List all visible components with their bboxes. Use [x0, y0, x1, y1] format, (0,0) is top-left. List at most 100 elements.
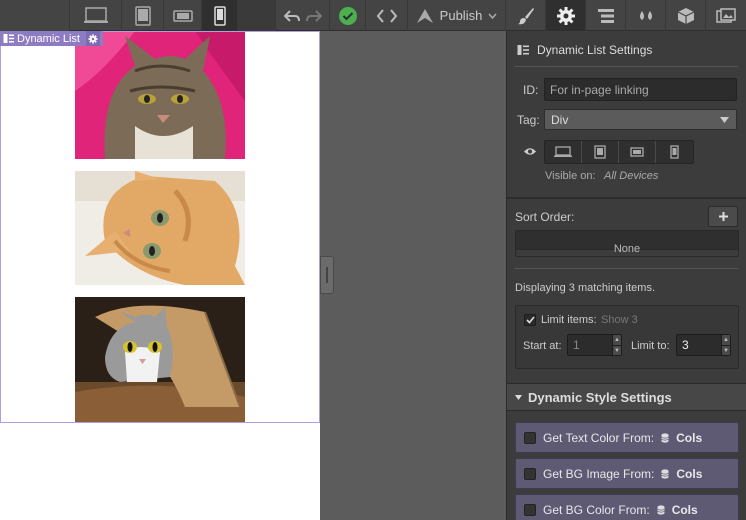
divider [515, 66, 738, 67]
toolbar-spacer [0, 0, 70, 31]
device-visibility-toggle [544, 140, 694, 164]
visible-phone-portrait-button[interactable] [656, 141, 693, 163]
get-text-color-label: Get Text Color From: [543, 430, 655, 445]
sort-order-box[interactable]: None [515, 230, 739, 257]
tag-select-value: Div [551, 112, 569, 127]
tablet-icon [594, 145, 606, 159]
tablet-icon [134, 5, 151, 26]
style-panel-tab[interactable] [506, 0, 546, 31]
symbols-panel-tab[interactable] [666, 0, 706, 31]
visible-on-value: All Devices [604, 170, 659, 182]
dynamic-style-settings-title: Dynamic Style Settings [528, 389, 672, 405]
get-text-color-checkbox[interactable] [524, 431, 536, 444]
limit-items-label: Limit items: [541, 314, 597, 326]
start-at-stepper[interactable]: ▲ ▼ [612, 335, 621, 355]
visible-phone-landscape-button[interactable] [619, 141, 656, 163]
visible-tablet-button[interactable] [582, 141, 619, 163]
phone-landscape-view-button[interactable] [164, 0, 202, 31]
check-circle-icon [338, 6, 357, 25]
get-bg-image-row[interactable]: Get BG Image From: Cols [515, 458, 739, 489]
limit-to-stepper[interactable]: ▲ ▼ [721, 335, 730, 355]
desktop-icon [554, 146, 572, 157]
limit-items-checkbox[interactable] [524, 314, 536, 326]
phone-portrait-icon [213, 5, 226, 26]
visible-on-label: Visible on: [545, 170, 596, 182]
phone-landscape-icon [172, 9, 193, 22]
settings-panel-tab[interactable] [546, 0, 586, 31]
chevron-down-icon [720, 117, 729, 123]
start-at-label: Start at: [523, 340, 562, 352]
divider [515, 268, 738, 269]
tag-label: Tag: [517, 113, 540, 127]
caret-down-icon [515, 394, 522, 400]
code-brackets-icon [376, 8, 397, 23]
canvas-background [320, 31, 506, 520]
publish-icon [416, 8, 433, 23]
database-icon [657, 504, 665, 515]
dynamic-list-outline [0, 31, 320, 423]
brush-icon [517, 7, 534, 24]
get-text-color-source: Cols [676, 430, 703, 445]
list-lines-icon [597, 8, 614, 23]
database-icon [661, 432, 669, 443]
canvas-resize-handle[interactable] [320, 256, 334, 294]
dynamic-list-element-tag[interactable]: Dynamic List [0, 31, 103, 46]
limit-to-label: Limit to: [631, 340, 670, 352]
publish-label: Publish [439, 8, 483, 23]
cube-icon [677, 7, 694, 24]
dynamic-list-icon [517, 45, 529, 55]
get-bg-color-checkbox[interactable] [524, 503, 536, 516]
navigator-panel-tab[interactable] [586, 0, 626, 31]
gear-icon [556, 6, 575, 25]
phone-portrait-view-button[interactable] [202, 0, 238, 31]
desktop-icon [83, 6, 108, 23]
top-toolbar: Publish [0, 0, 746, 31]
gear-icon [88, 34, 98, 43]
matching-items-text: Displaying 3 matching items. [515, 282, 656, 294]
limit-items-hint: Show 3 [601, 314, 638, 326]
dynamic-style-settings-header[interactable]: Dynamic Style Settings [507, 383, 746, 411]
get-bg-image-source: Cols [676, 466, 703, 481]
assets-panel-tab[interactable] [706, 0, 746, 31]
undo-redo-group [276, 0, 330, 31]
desktop-view-button[interactable] [70, 0, 122, 31]
panel-title: Dynamic List Settings [537, 43, 653, 57]
phone-portrait-icon [670, 145, 679, 159]
tag-select[interactable]: Div [544, 109, 737, 130]
start-at-input[interactable]: 1 ▲ ▼ [567, 334, 622, 356]
get-bg-image-checkbox[interactable] [524, 467, 536, 480]
get-bg-color-label: Get BG Color From: [543, 502, 650, 517]
phone-landscape-icon [630, 147, 644, 157]
get-bg-color-row[interactable]: Get BG Color From: Cols [515, 494, 739, 520]
limit-to-input[interactable]: 3 ▲ ▼ [676, 334, 731, 356]
section-separator [507, 197, 746, 199]
id-input[interactable]: For in-page linking [544, 78, 737, 101]
sort-order-value: None [613, 243, 641, 255]
get-bg-image-label: Get BG Image From: [543, 466, 655, 481]
add-sort-button[interactable] [708, 206, 738, 227]
checkmark-icon [525, 316, 535, 324]
interactions-panel-tab[interactable] [626, 0, 666, 31]
dynamic-list-icon [3, 34, 14, 43]
element-settings-button[interactable] [85, 31, 100, 46]
code-view-button[interactable] [366, 0, 408, 31]
undo-icon[interactable] [283, 9, 300, 23]
eye-icon [524, 148, 536, 155]
tablet-view-button[interactable] [122, 0, 164, 31]
database-icon [661, 468, 670, 479]
id-label: ID: [523, 83, 539, 97]
visible-desktop-button[interactable] [545, 141, 582, 163]
get-bg-color-source: Cols [671, 502, 698, 517]
images-icon [716, 7, 736, 23]
drops-icon [639, 10, 652, 20]
start-at-value: 1 [573, 338, 580, 352]
status-check-button[interactable] [330, 0, 366, 31]
publish-button[interactable]: Publish [408, 0, 506, 31]
redo-icon[interactable] [305, 9, 322, 23]
settings-panel: Dynamic List Settings ID: For in-page li… [506, 31, 746, 520]
plus-icon [718, 212, 728, 221]
get-text-color-row[interactable]: Get Text Color From: Cols [515, 422, 739, 453]
sort-order-label: Sort Order: [515, 210, 575, 224]
element-tag-label: Dynamic List [17, 32, 80, 45]
chevron-down-icon [488, 13, 497, 19]
